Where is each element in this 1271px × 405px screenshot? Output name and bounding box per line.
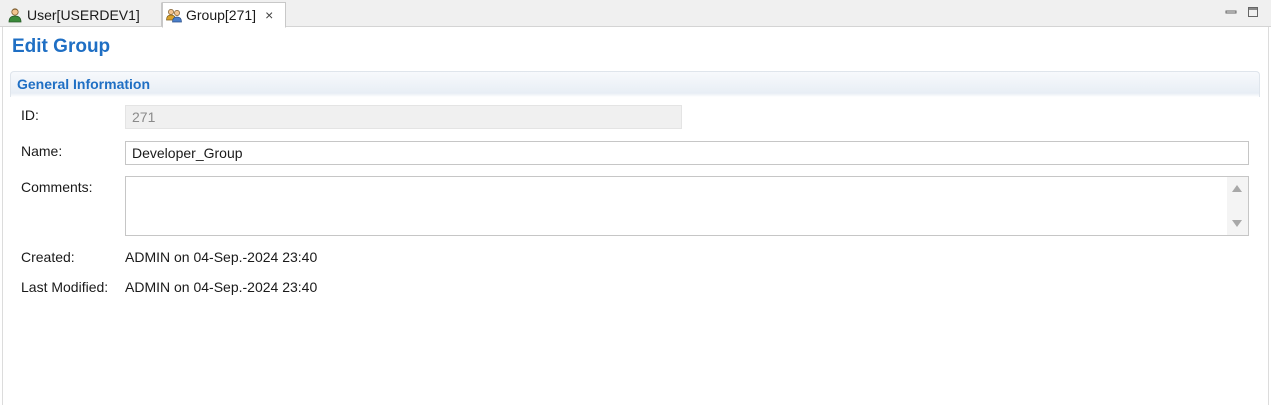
editor-tab-bar: User[USERDEV1] Group[271] ×	[0, 0, 1271, 28]
comments-scrollbar[interactable]	[1227, 177, 1248, 235]
comments-field[interactable]	[125, 176, 1249, 236]
close-icon[interactable]: ×	[265, 8, 273, 22]
minimize-icon[interactable]	[1225, 5, 1237, 17]
tab-group-label: Group[271]	[186, 7, 257, 23]
tab-user-label: User[USERDEV1]	[27, 6, 140, 23]
created-label: Created:	[21, 249, 75, 265]
page-title: Edit Group	[12, 36, 111, 57]
tab-user[interactable]: User[USERDEV1]	[2, 2, 162, 27]
comments-label: Comments:	[21, 179, 93, 195]
id-label: ID:	[21, 107, 39, 123]
user-icon	[7, 7, 23, 23]
section-header: General Information	[10, 71, 1260, 97]
name-label: Name:	[21, 143, 63, 159]
group-icon	[166, 7, 182, 23]
last-modified-value: ADMIN on 04-Sep.-2024 23:40	[125, 279, 318, 295]
scroll-down-icon[interactable]	[1232, 220, 1242, 227]
created-value: ADMIN on 04-Sep.-2024 23:40	[125, 249, 318, 265]
id-field: 271	[125, 105, 682, 129]
scroll-up-icon[interactable]	[1232, 185, 1242, 192]
last-modified-label: Last Modified:	[21, 279, 109, 295]
tab-group[interactable]: Group[271] ×	[162, 2, 286, 28]
section-title: General Information	[17, 76, 151, 92]
maximize-icon[interactable]	[1247, 5, 1259, 17]
name-field[interactable]: Developer_Group	[125, 141, 1249, 165]
